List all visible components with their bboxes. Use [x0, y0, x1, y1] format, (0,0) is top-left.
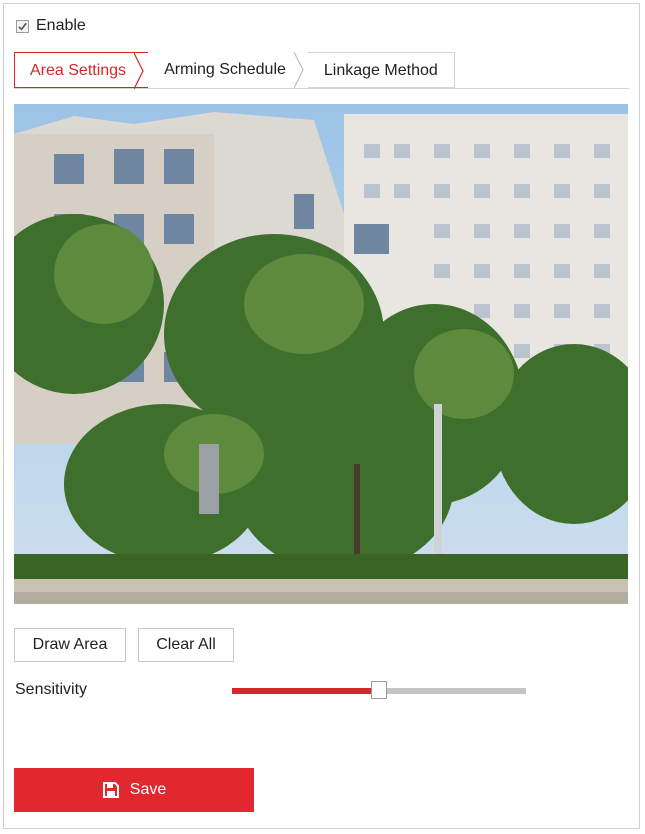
enable-label: Enable	[36, 17, 86, 34]
enable-row[interactable]: Enable	[16, 17, 86, 35]
tab-area-settings[interactable]: Area Settings	[14, 52, 149, 89]
save-label: Save	[129, 781, 167, 798]
tab-arrow-icon	[293, 52, 304, 88]
settings-panel: Enable Area Settings Arming Schedule Lin…	[3, 3, 640, 829]
checkmark-icon	[18, 22, 27, 30]
enable-checkbox[interactable]	[16, 19, 29, 33]
camera-scene-image	[14, 104, 628, 604]
tab-linkage-method[interactable]: Linkage Method	[307, 52, 455, 88]
sensitivity-slider[interactable]	[232, 681, 526, 699]
save-button[interactable]: Save	[14, 768, 254, 812]
live-video-preview[interactable]	[14, 104, 628, 604]
slider-thumb[interactable]	[371, 681, 387, 699]
tab-arrow-icon	[134, 53, 144, 89]
slider-fill	[232, 688, 379, 694]
draw-area-button[interactable]: Draw Area	[14, 628, 126, 662]
tab-label: Area Settings	[30, 62, 127, 79]
tab-bar: Area Settings Arming Schedule Linkage Me…	[14, 52, 455, 89]
floppy-disk-icon	[102, 782, 119, 798]
clear-all-button[interactable]: Clear All	[138, 628, 234, 662]
sensitivity-label: Sensitivity	[15, 681, 88, 698]
tab-arming-schedule[interactable]: Arming Schedule	[148, 52, 308, 88]
tab-label: Arming Schedule	[164, 61, 286, 78]
tab-label: Linkage Method	[323, 62, 438, 79]
